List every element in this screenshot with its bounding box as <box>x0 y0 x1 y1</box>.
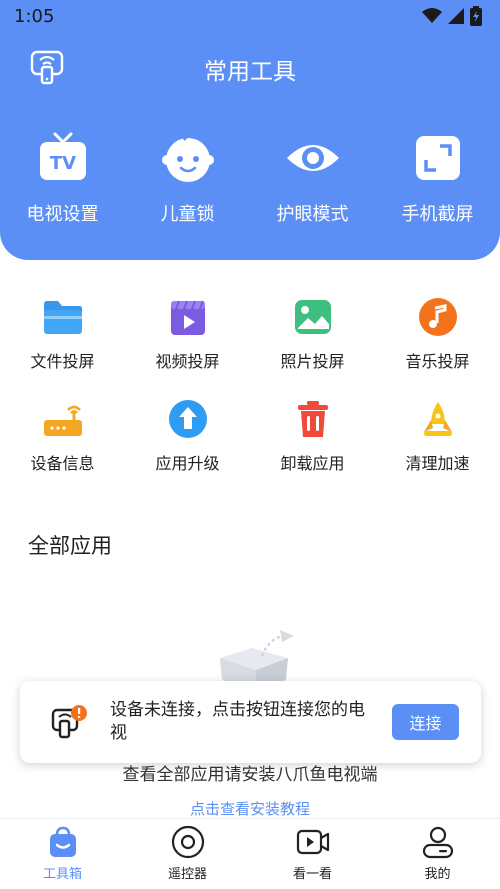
tool-label: 照片投屏 <box>280 352 345 371</box>
tool-child-lock[interactable]: 儿童锁 <box>125 130 250 226</box>
all-apps-title: 全部应用 <box>28 534 112 558</box>
tool-device-info[interactable]: 设备信息 <box>0 398 125 474</box>
tool-screenshot[interactable]: 手机截屏 <box>375 130 500 226</box>
tab-watch[interactable]: 看一看 <box>250 825 375 882</box>
tool-label: 文件投屏 <box>30 352 95 371</box>
user-icon <box>422 826 453 859</box>
tool-label: 手机截屏 <box>401 204 474 225</box>
battery-icon <box>470 6 482 26</box>
connect-button[interactable]: 连接 <box>392 704 459 740</box>
tab-label: 遥控器 <box>167 867 207 882</box>
cast-warning-icon <box>51 705 87 739</box>
video-icon <box>170 300 205 335</box>
upgrade-icon <box>168 400 207 438</box>
tool-label: 视频投屏 <box>155 352 220 371</box>
title-row: 常用工具 <box>0 44 500 88</box>
top-tools: TV 电视设置 儿童锁 护眼模式 手机截屏 <box>0 130 500 230</box>
eye-icon <box>286 145 339 171</box>
tab-label: 工具箱 <box>42 867 82 882</box>
tool-video-cast[interactable]: 视频投屏 <box>125 296 250 372</box>
tool-photo-cast[interactable]: 照片投屏 <box>250 296 375 372</box>
tool-clean-boost[interactable]: 清理加速 <box>375 398 500 474</box>
tool-label: 儿童锁 <box>160 204 215 225</box>
toast-message: 设备未连接，点击按钮连接您的电视 <box>110 700 365 743</box>
install-tutorial-link[interactable]: 点击查看安装教程 <box>0 798 500 819</box>
remote-icon <box>171 825 204 859</box>
tab-remote[interactable]: 遥控器 <box>125 825 250 882</box>
empty-state-text: 查看全部应用请安装八爪鱼电视端 <box>122 765 378 785</box>
tool-label: 卸载应用 <box>280 454 345 473</box>
child-face-icon <box>161 135 214 182</box>
tool-label: 清理加速 <box>405 454 470 473</box>
tool-tv-settings[interactable]: TV 电视设置 <box>0 130 125 226</box>
trash-icon <box>297 401 328 437</box>
header-panel: 1:05 常用工具 TV 电视设置 儿童锁 护眼模式 手机截屏 <box>0 0 500 260</box>
tool-file-cast[interactable]: 文件投屏 <box>0 296 125 372</box>
toolbox-icon <box>49 826 76 857</box>
tool-eye-mode[interactable]: 护眼模式 <box>250 130 375 226</box>
video-camera-icon <box>296 829 329 855</box>
screenshot-icon <box>415 136 460 180</box>
tool-label: 设备信息 <box>30 454 95 473</box>
page-title: 常用工具 <box>204 59 296 85</box>
photo-icon <box>294 300 331 334</box>
tool-label: 护眼模式 <box>276 204 349 225</box>
connection-toast: 设备未连接，点击按钮连接您的电视 连接 <box>20 681 481 763</box>
tool-label: 电视设置 <box>26 204 99 225</box>
rocket-icon <box>423 402 452 436</box>
music-icon <box>418 298 457 336</box>
tab-label: 我的 <box>424 867 451 882</box>
wifi-icon <box>422 8 442 23</box>
router-icon <box>43 405 82 436</box>
tab-mine[interactable]: 我的 <box>375 825 500 882</box>
tool-label: 应用升级 <box>155 454 220 473</box>
status-bar: 1:05 <box>0 0 500 34</box>
tool-app-upgrade[interactable]: 应用升级 <box>125 398 250 474</box>
tab-label: 看一看 <box>292 867 332 882</box>
tool-music-cast[interactable]: 音乐投屏 <box>375 296 500 372</box>
tv-icon: TV <box>39 132 86 180</box>
tab-toolbox[interactable]: 工具箱 <box>0 825 125 882</box>
bottom-tab-bar: 工具箱 遥控器 看一看 我的 <box>0 818 500 889</box>
folder-icon <box>43 301 82 334</box>
tool-label: 音乐投屏 <box>405 352 470 371</box>
status-time: 1:05 <box>14 6 55 27</box>
svg-text:TV: TV <box>49 153 75 174</box>
status-icons <box>422 6 482 26</box>
tool-uninstall-app[interactable]: 卸载应用 <box>250 398 375 474</box>
signal-icon <box>448 8 464 24</box>
